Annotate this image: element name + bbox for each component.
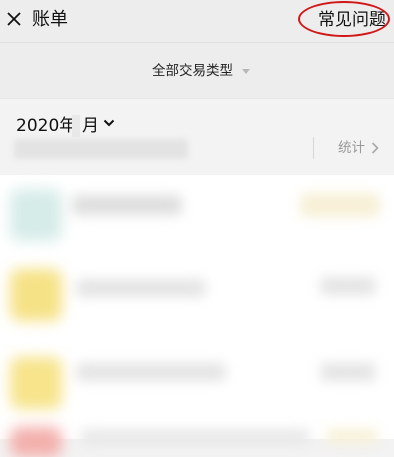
avatar — [10, 189, 62, 241]
month-selector-month[interactable]: 月 — [82, 115, 99, 137]
blurred-amount — [300, 193, 380, 217]
transaction-row[interactable] — [0, 175, 394, 263]
blurred-text — [80, 429, 310, 445]
avatar — [10, 357, 62, 409]
blurred-amount — [320, 363, 376, 381]
avatar — [10, 269, 62, 321]
chevron-right-icon[interactable] — [370, 141, 380, 155]
caret-down-icon — [242, 69, 250, 74]
chevron-down-icon[interactable] — [103, 117, 115, 129]
transaction-row[interactable] — [0, 255, 394, 343]
month-header: 2020年 月 统计 — [0, 98, 394, 175]
divider — [313, 137, 314, 159]
transaction-list — [0, 175, 394, 457]
blurred-text — [76, 279, 206, 297]
blurred-amount — [326, 429, 378, 443]
top-bar: 账单 常见问题 — [0, 0, 394, 42]
transaction-type-filter[interactable]: 全部交易类型 — [0, 42, 394, 99]
month-redacted — [72, 115, 80, 137]
blurred-summary — [14, 139, 188, 159]
blurred-text — [72, 195, 182, 215]
filter-label: 全部交易类型 — [152, 63, 233, 79]
transaction-row[interactable] — [0, 419, 394, 457]
close-icon[interactable] — [4, 9, 24, 29]
faq-link[interactable]: 常见问题 — [318, 8, 386, 32]
blurred-text — [76, 363, 226, 381]
transaction-row[interactable] — [0, 343, 394, 431]
blurred-amount — [320, 277, 376, 295]
statistics-link[interactable]: 统计 — [338, 138, 365, 158]
page-title: 账单 — [32, 9, 68, 30]
avatar — [10, 427, 62, 457]
month-selector-year[interactable]: 2020年 — [16, 115, 76, 137]
